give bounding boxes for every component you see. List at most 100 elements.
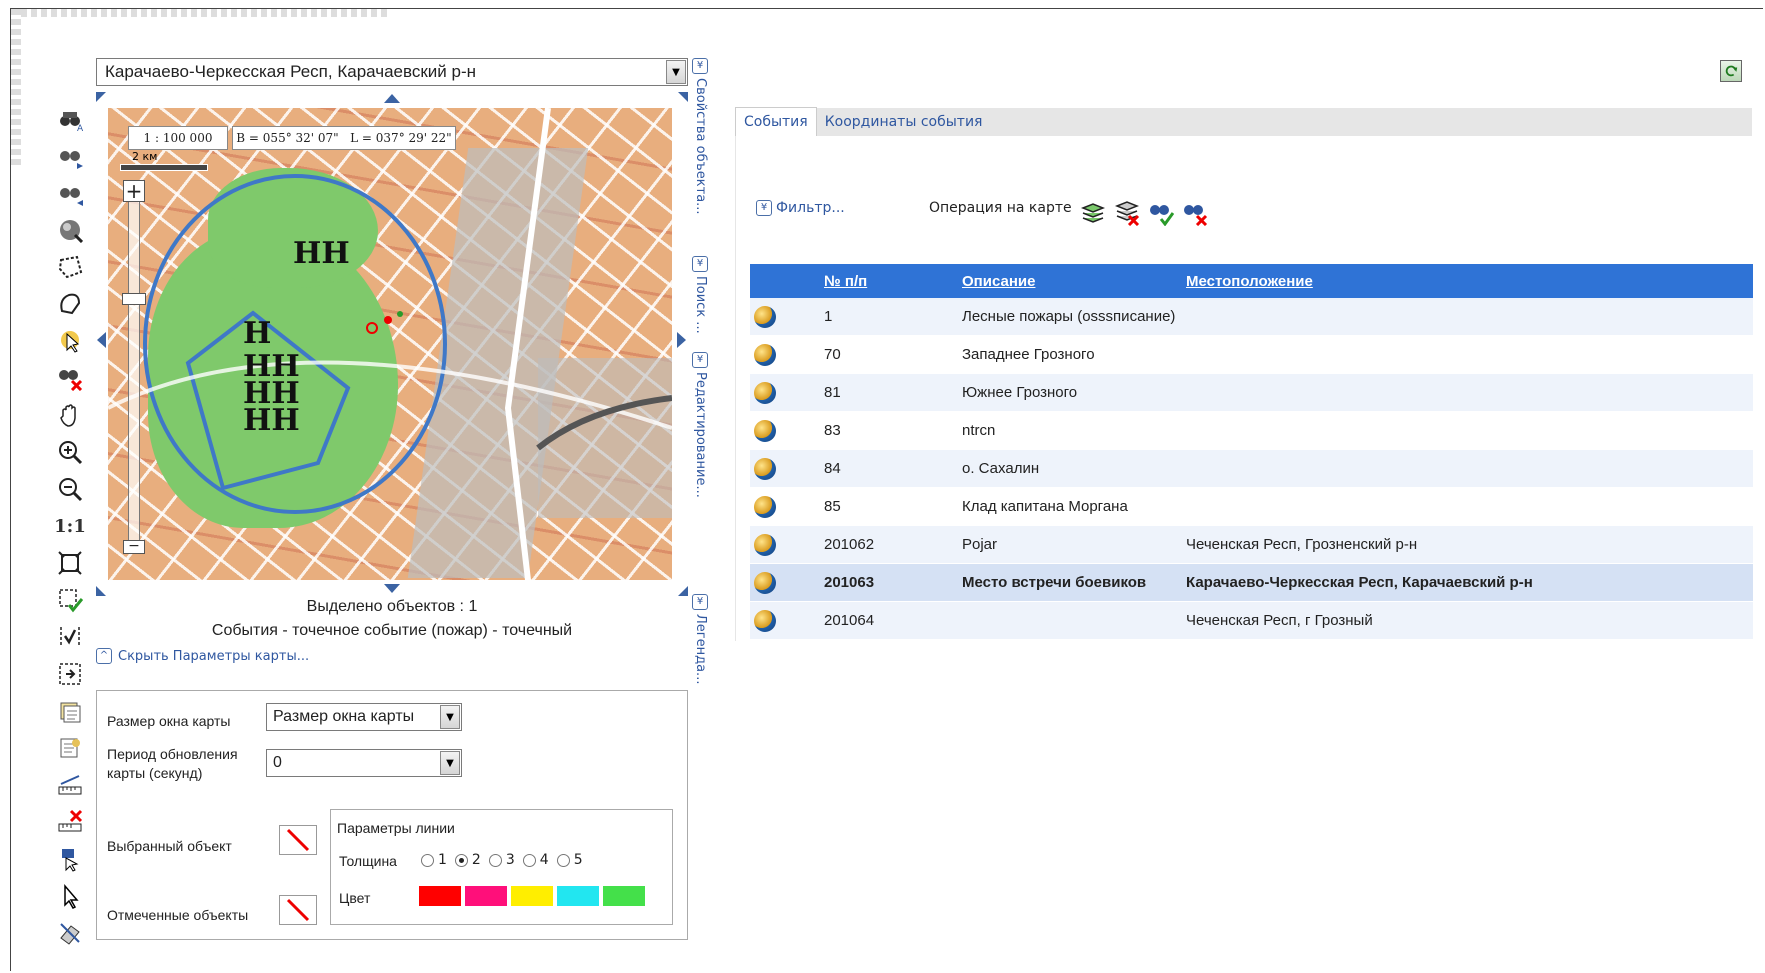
pan-up-arrow[interactable] — [384, 94, 400, 103]
chevron-down-icon[interactable]: ¥ — [692, 58, 708, 74]
binoculars-a-icon[interactable]: A — [55, 104, 85, 134]
region-select[interactable]: Карачаево-Черкесская Респ, Карачаевский … — [96, 58, 688, 86]
color-swatch-cyan[interactable] — [557, 886, 599, 906]
select-check-icon[interactable] — [55, 585, 85, 615]
select-all-icon[interactable] — [55, 622, 85, 652]
binoculars-clear-icon[interactable] — [55, 363, 85, 393]
map-scale-box: 1 : 100 000 — [128, 126, 228, 150]
arrow-icon[interactable] — [55, 881, 85, 911]
table-row[interactable]: 201064 Чеченская Респ, г Грозный — [750, 601, 1753, 640]
thickness-radio-1[interactable]: 1 — [421, 852, 447, 868]
layers-show-icon[interactable] — [1078, 198, 1108, 228]
binoculars-remove-icon[interactable] — [1180, 198, 1210, 228]
thickness-radio-2[interactable]: 2 — [454, 852, 481, 868]
map-canvas[interactable]: НН Н НН НН НН 1 : 100 000 В = 055° 32' 0… — [108, 108, 672, 580]
map-operation-icons — [1076, 198, 1212, 228]
table-row[interactable]: 85 Клад капитана Моргана — [750, 487, 1753, 526]
table-row[interactable]: 1 Лесные пожары (osssписание) — [750, 298, 1753, 336]
color-swatch-red[interactable] — [419, 886, 461, 906]
chevron-down-icon[interactable]: ¥ — [692, 256, 708, 272]
globe-icon[interactable] — [754, 533, 776, 556]
pan-left-arrow[interactable] — [97, 332, 106, 348]
globe-icon[interactable] — [754, 609, 776, 632]
table-row[interactable]: 83 ntrcn — [750, 411, 1753, 450]
refresh-button[interactable] — [1720, 60, 1742, 82]
color-swatch-green[interactable] — [603, 886, 645, 906]
table-header-location[interactable]: Местоположение — [1182, 264, 1753, 298]
table-header-description[interactable]: Описание — [958, 264, 1182, 298]
table-row[interactable]: 70 Западнее Грозного — [750, 335, 1753, 374]
thickness-radio-4[interactable]: 4 — [522, 852, 549, 868]
ruler-clear-icon[interactable] — [55, 807, 85, 837]
globe-icon[interactable] — [754, 457, 776, 480]
map-coords-box: В = 055° 32' 07" L = 037° 29' 22" — [232, 126, 456, 150]
fit-extent-icon[interactable] — [55, 548, 85, 578]
globe-select-icon[interactable] — [55, 215, 85, 245]
scale-1-1-icon[interactable]: 1:1 — [54, 511, 86, 541]
color-swatch-yellow[interactable] — [511, 886, 553, 906]
color-swatch-pink[interactable] — [465, 886, 507, 906]
map-container: НН Н НН НН НН 1 : 100 000 В = 055° 32' 0… — [96, 92, 688, 596]
pan-down-arrow[interactable] — [384, 584, 400, 593]
table-row[interactable]: 81 Южнее Грозного — [750, 373, 1753, 412]
pan-right-arrow[interactable] — [677, 332, 686, 348]
eraser-icon[interactable] — [55, 918, 85, 948]
chevron-down-icon[interactable]: ¥ — [692, 594, 708, 610]
window-size-select[interactable]: Размер окна карты ▼ — [266, 703, 462, 731]
zoom-plus-icon[interactable]: + — [123, 180, 145, 202]
table-row[interactable]: 201063 Место встречи боевиков Карачаево-Че… — [750, 563, 1753, 602]
hide-map-params-link[interactable]: ^ Скрыть Параметры карты... — [96, 648, 309, 664]
zoom-slider-handle[interactable] — [122, 293, 146, 305]
tab-events[interactable]: События — [735, 107, 817, 136]
side-tab-properties[interactable]: ¥ Свойства объекта... — [690, 58, 712, 215]
table-row[interactable]: 201062 Pojar Чеченская Респ, Грозненский р… — [750, 525, 1753, 564]
freeform-select-icon[interactable] — [55, 289, 85, 319]
globe-icon[interactable] — [754, 343, 776, 366]
chevron-down-icon[interactable]: ▼ — [440, 751, 460, 775]
event-tabs: События Координаты события — [735, 107, 1752, 136]
svg-text:НН: НН — [293, 236, 350, 271]
pin-icon[interactable] — [55, 844, 85, 874]
side-tab-search[interactable]: ¥ Поиск ... — [690, 256, 712, 334]
globe-icon[interactable] — [754, 495, 776, 518]
side-tab-legend[interactable]: ¥ Легенда... — [690, 594, 712, 684]
binoculars-check-icon[interactable] — [1146, 198, 1176, 228]
table-row[interactable]: 84 о. Сахалин — [750, 449, 1753, 488]
hand-pan-icon[interactable] — [55, 400, 85, 430]
table-header-id[interactable]: № п/п — [820, 264, 958, 298]
globe-icon[interactable] — [754, 305, 776, 328]
filter-link[interactable]: ¥ Фильтр... — [756, 200, 845, 216]
pointer-select-icon[interactable] — [55, 326, 85, 356]
marked-objects-line-button[interactable] — [279, 895, 317, 925]
side-tab-edit[interactable]: ¥ Редактирование... — [690, 352, 712, 498]
row-globe-cell — [750, 525, 820, 564]
line-params-title: Параметры линии — [337, 820, 455, 836]
layers-remove-icon[interactable] — [1112, 198, 1142, 228]
chevron-down-icon[interactable]: ▼ — [666, 60, 686, 84]
zoom-slider-track[interactable] — [128, 193, 140, 545]
thickness-radio-5[interactable]: 5 — [556, 852, 583, 868]
row-description: Южнее Грозного — [958, 373, 1182, 412]
chevron-down-icon[interactable]: ▼ — [440, 705, 460, 729]
selected-object-line-button[interactable] — [279, 825, 317, 855]
thickness-radio-3[interactable]: 3 — [488, 852, 515, 868]
ruler-icon[interactable] — [55, 770, 85, 800]
zoom-in-icon[interactable] — [55, 437, 85, 467]
select-center-icon[interactable] — [55, 659, 85, 689]
tab-event-coordinates[interactable]: Координаты события — [817, 108, 991, 136]
chevron-down-icon[interactable]: ¥ — [692, 352, 708, 368]
globe-icon[interactable] — [754, 419, 776, 442]
binoculars-prev-icon[interactable] — [55, 178, 85, 208]
layers-icon[interactable] — [55, 696, 85, 726]
globe-icon[interactable] — [754, 381, 776, 404]
hide-map-params-label: Скрыть Параметры карты... — [118, 648, 310, 664]
zoom-minus-icon[interactable]: − — [123, 539, 145, 554]
binoculars-next-icon[interactable] — [55, 141, 85, 171]
zoom-out-icon[interactable] — [55, 474, 85, 504]
refresh-period-select[interactable]: 0 ▼ — [266, 749, 462, 777]
row-id: 85 — [820, 487, 958, 526]
svg-text:НН: НН — [243, 403, 300, 438]
polygon-select-icon[interactable] — [55, 252, 85, 282]
layers-edit-icon[interactable] — [55, 733, 85, 763]
globe-icon[interactable] — [754, 571, 776, 594]
